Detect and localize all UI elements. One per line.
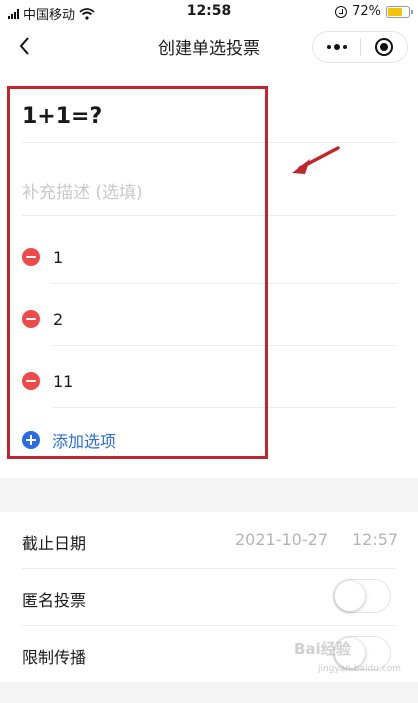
nav-bar: 创建单选投票 [0, 24, 418, 68]
battery-icon [386, 5, 413, 18]
battery-fill [388, 7, 403, 16]
close-button[interactable] [361, 32, 407, 62]
deadline-time[interactable]: 12:57 [352, 530, 398, 549]
status-right: 72% [335, 4, 413, 19]
divider [22, 625, 396, 626]
anonymous-label: 匿名投票 [22, 591, 87, 610]
watermark-url: jingyan.baidu.com [318, 664, 402, 674]
battery-percent: 72% [352, 4, 381, 19]
annotation-arrow-icon [292, 146, 340, 174]
deadline-label: 截止日期 [22, 534, 87, 553]
status-bar: 中国移动 12:58 72% [0, 0, 418, 24]
mini-program-capsule [312, 31, 408, 63]
deadline-date[interactable]: 2021-10-27 [235, 530, 328, 549]
watermark: Bai经验 [294, 640, 351, 658]
rotation-lock-icon [335, 5, 348, 18]
annotation-highlight-box [7, 86, 268, 459]
divider [22, 568, 396, 569]
toggle-knob [335, 581, 365, 611]
close-icon [374, 38, 393, 56]
more-icon[interactable] [313, 32, 360, 62]
anonymous-toggle[interactable] [333, 579, 391, 613]
restrict-label: 限制传播 [22, 648, 87, 667]
